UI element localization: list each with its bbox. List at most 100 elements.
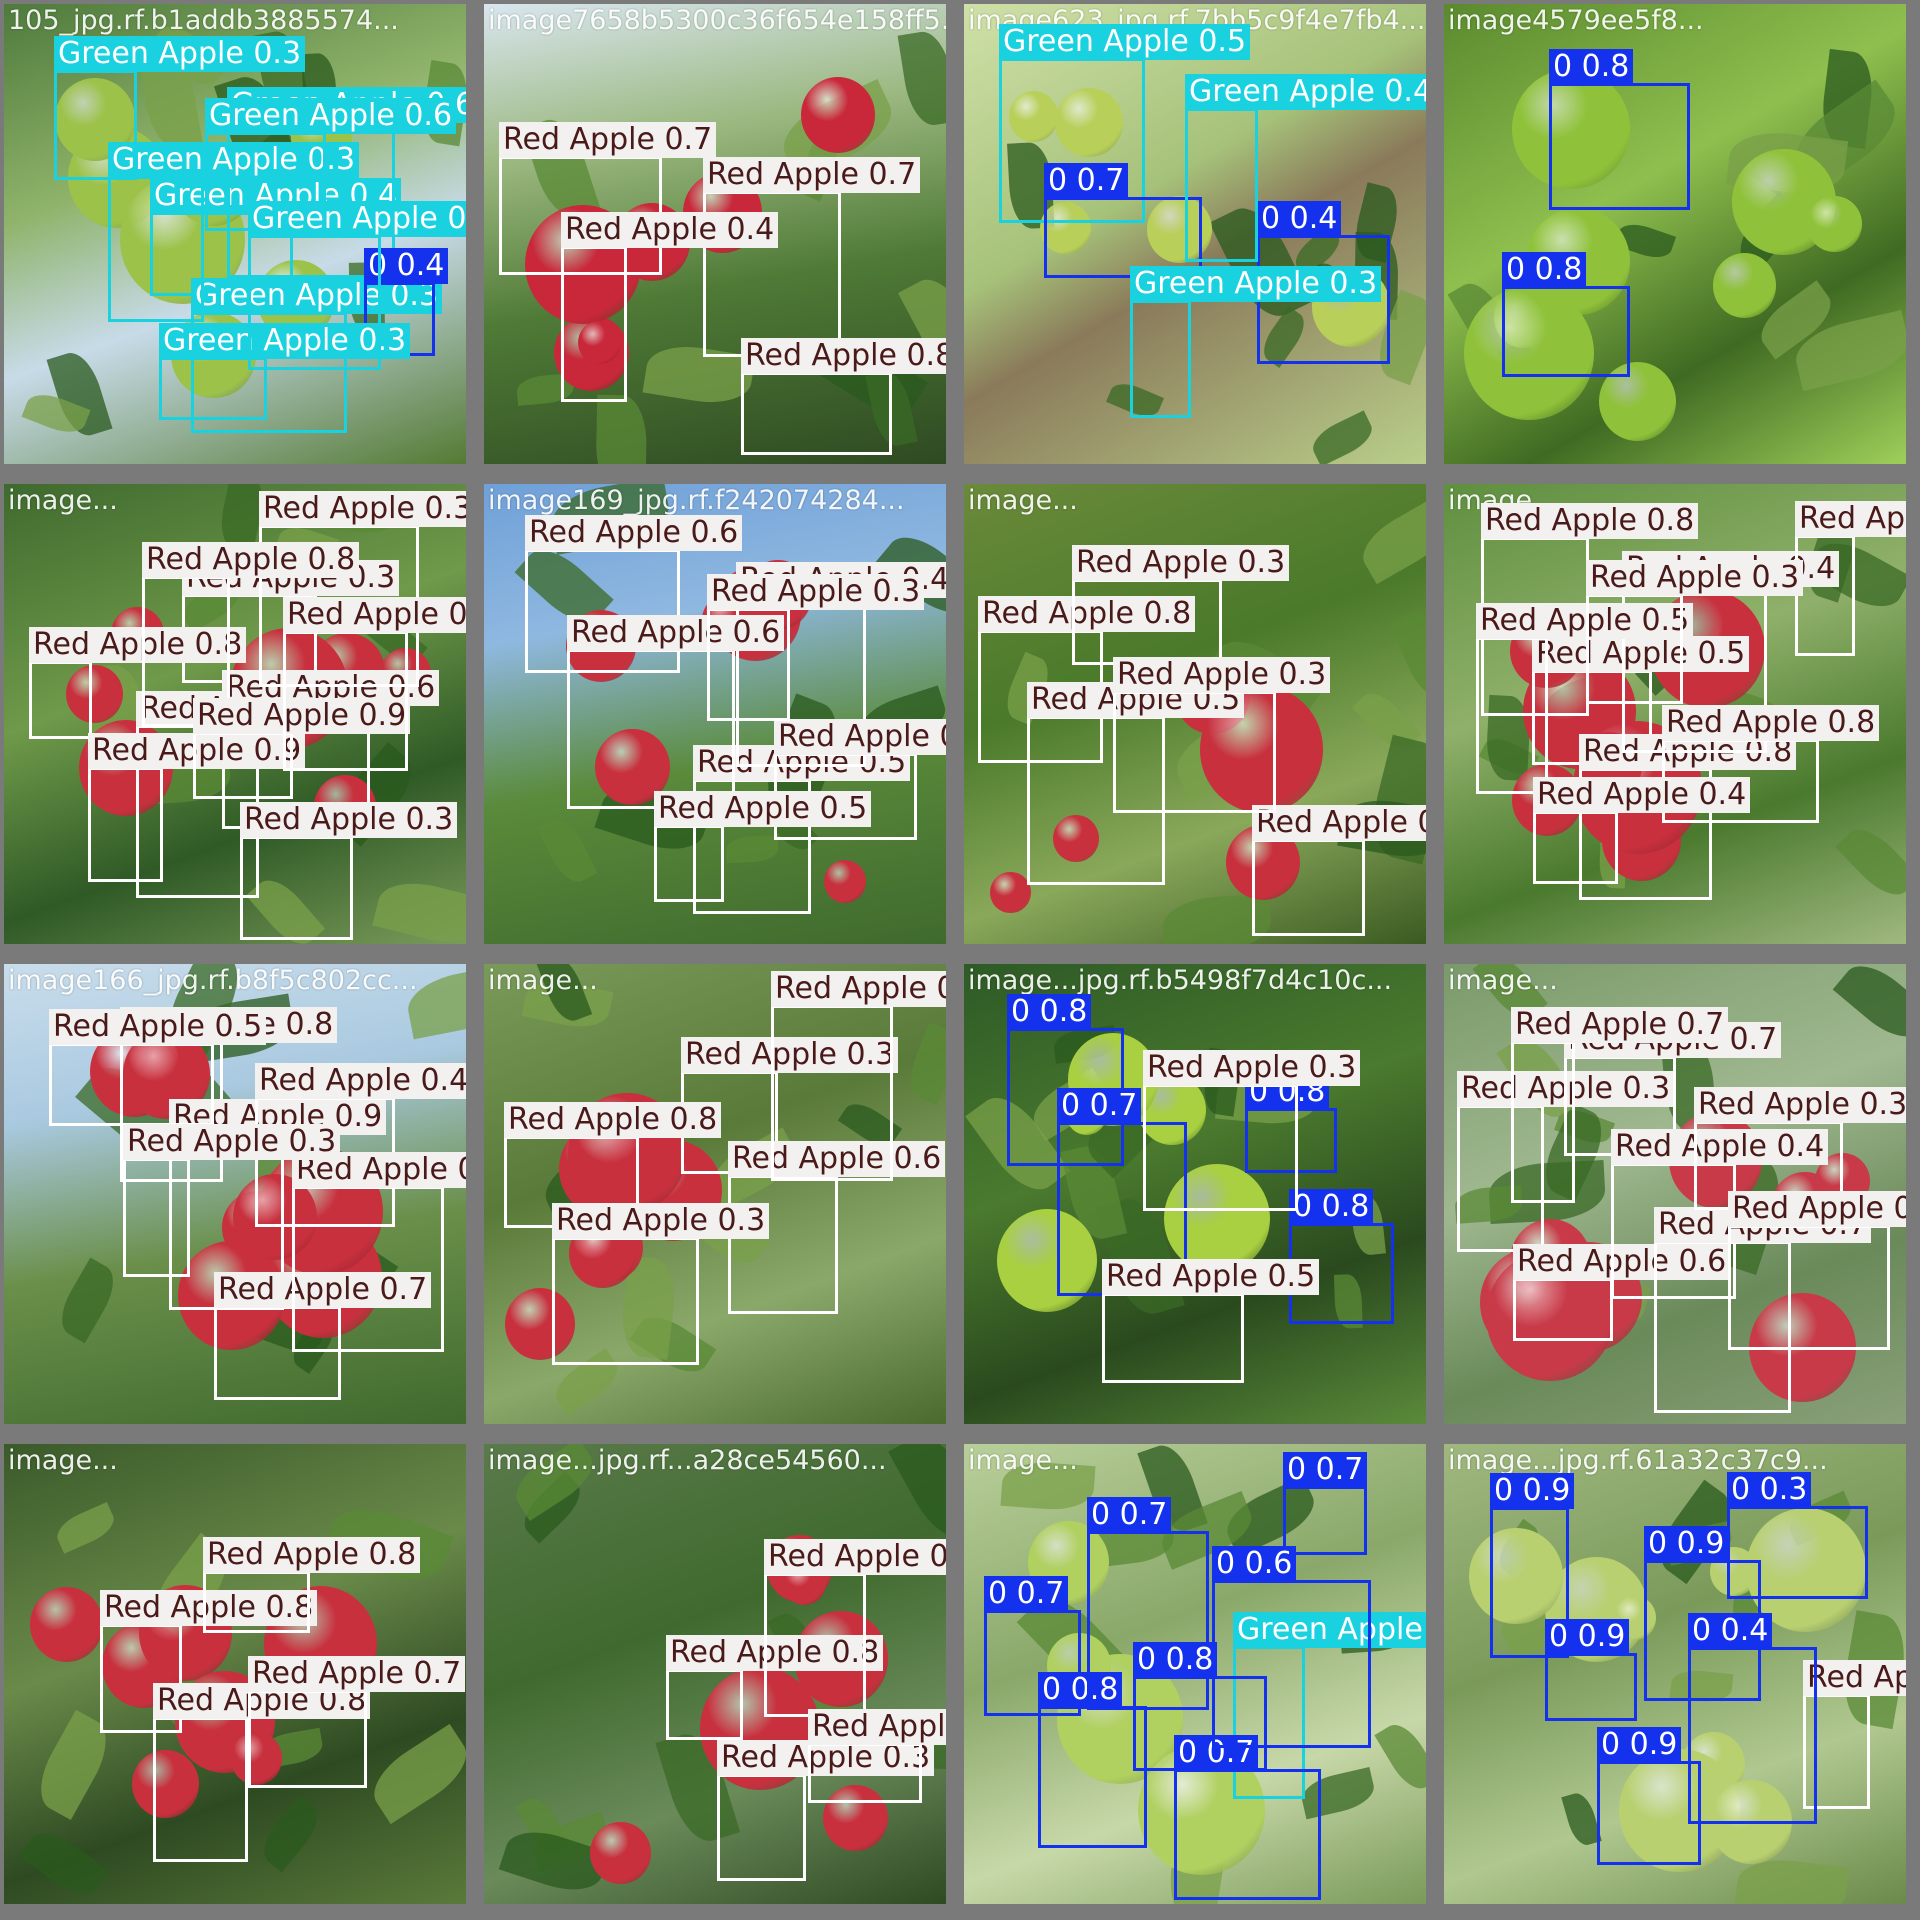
detection-box	[1533, 811, 1618, 884]
detection-label: 0 0.4	[1257, 201, 1342, 237]
detection-box	[1212, 1580, 1371, 1748]
detection-box	[240, 836, 353, 940]
detection-label: 0 0.7	[1283, 1452, 1368, 1488]
detection-label: Red Apple 0.3	[1113, 657, 1331, 693]
detection-label: Red Apple 0.6	[525, 515, 743, 551]
detection-box	[552, 1237, 699, 1365]
detection-box	[764, 1573, 866, 1717]
detection-box	[292, 1186, 444, 1352]
detection-box	[1597, 1761, 1701, 1865]
detection-box	[654, 825, 724, 902]
detection-label: 0 0.8	[1289, 1189, 1374, 1225]
detection-label: 0 0.3	[1727, 1472, 1812, 1508]
detection-label: Red Apple 0.3	[123, 1124, 341, 1160]
detection-label: Red Apple 0.3	[1143, 1050, 1361, 1086]
detection-box	[1113, 691, 1276, 813]
detection-label: Red Apple 0.3	[283, 597, 466, 633]
detection-label: Green Apple 0.3	[54, 36, 306, 72]
detection-label: Red Apple 0.3	[552, 1203, 770, 1239]
detection-box	[1728, 1225, 1890, 1350]
mosaic-tile: image...Red Apple 0.3Red Apple 0.6Red Ap…	[1440, 960, 1910, 1428]
detection-label: Red Apple 0.5	[654, 791, 872, 827]
detection-label: Red Apple 0.7	[248, 1656, 466, 1692]
detection-label: 0 0.9	[1644, 1526, 1729, 1562]
detection-label: 0 0.7	[984, 1576, 1069, 1612]
detection-label: Red Apple 0.7	[1511, 1007, 1729, 1043]
detection-box	[248, 235, 381, 370]
mosaic-tile: image4579ee5f8... 0 0.8 0 0.8	[1440, 0, 1910, 468]
detection-label: Red Apple 0.8	[1481, 503, 1699, 539]
detection-label: 0 0.8	[1549, 49, 1634, 85]
detection-label: Red Apple 0.7	[764, 1539, 946, 1575]
detection-box	[248, 1690, 367, 1788]
detection-label: Red Apple 0.4	[774, 719, 946, 755]
mosaic-tile: image...jpg.rf...a28ce54560... Red Apple …	[480, 1440, 950, 1908]
mosaic-tile: image...Red Apple 0.5Red Apple 0.3Red Ap…	[0, 480, 470, 948]
detection-label: 0 0.6	[1212, 1546, 1297, 1582]
detection-box	[88, 767, 163, 882]
detection-label: Red Apple 0.4	[255, 1063, 466, 1099]
detection-box	[707, 608, 790, 721]
detection-box	[283, 631, 408, 771]
detection-label: 0 0.7	[1044, 163, 1129, 199]
detection-box	[1545, 1653, 1637, 1721]
detection-label: Red Apple 0.8	[808, 1709, 946, 1745]
detection-box	[1072, 579, 1222, 665]
detection-box	[1727, 1506, 1868, 1599]
detection-box	[49, 1043, 214, 1126]
detection-label: Red Apple 0.3	[1694, 1087, 1906, 1123]
detection-label: Red Apple 0.5	[1102, 1259, 1320, 1295]
mosaic-tile: image169_jpg.rf.f242074284... Red Apple 0…	[480, 480, 950, 948]
detection-label: Green Apple 0.5	[999, 24, 1251, 60]
detection-label: Red Apple 0.7	[499, 122, 717, 158]
detection-label: Red Apple 0.7	[1252, 805, 1426, 841]
detection-label: 0 0.8	[1502, 252, 1587, 288]
detection-box	[741, 372, 892, 455]
mosaic-tile: 105_jpg.rf.b1addb3885574... Green Apple 0…	[0, 0, 470, 468]
detection-label: Red Apple 0.3	[240, 802, 458, 838]
detection-label: Red Apple 0.8	[142, 542, 360, 578]
mosaic-tile: image... Red Apple 0.8 Red Apple 0.8 Red Ap…	[0, 1440, 470, 1908]
detection-box	[666, 1669, 743, 1740]
detection-box	[193, 732, 293, 799]
mosaic-tile: image166_jpg.rf.b8f5c802cc...Red Apple 0…	[0, 960, 470, 1428]
detection-label: 0 0.9	[1597, 1727, 1682, 1763]
detection-box	[1795, 535, 1855, 656]
detection-label: 0 0.8	[1133, 1642, 1218, 1678]
detection-box	[1174, 1769, 1321, 1900]
detection-label: Red Apple 0.3	[1072, 545, 1290, 581]
detection-box	[1476, 637, 1548, 794]
detection-box	[808, 1743, 922, 1803]
detection-box	[717, 1774, 806, 1881]
detection-label: Red Apple 0.3	[707, 574, 925, 610]
detection-label: Red Apple 0.8	[741, 338, 946, 374]
detection-label: Red Apple 0.8	[504, 1102, 722, 1138]
detection-label: Red Apple 0.3	[1586, 560, 1804, 596]
detection-box	[1185, 108, 1258, 262]
detection-label: Green Apple 0.3	[1130, 266, 1382, 302]
mosaic-tile: image623_jpg.rf.7bb5c9f4e7fb4... 0 0.4 Gre…	[960, 0, 1430, 468]
detection-label: 0 0.8	[1007, 994, 1092, 1030]
detection-box	[1102, 1293, 1244, 1383]
detection-box	[1513, 1278, 1613, 1341]
apple-fruit	[1806, 195, 1862, 253]
detection-label: 0 0.7	[1087, 1497, 1172, 1533]
apple-fruit	[823, 859, 866, 904]
apple-fruit	[29, 1587, 103, 1663]
detection-box	[203, 1571, 310, 1633]
detection-box	[1283, 1486, 1367, 1555]
detection-box	[153, 1717, 248, 1862]
detection-box	[1688, 1647, 1817, 1824]
detection-box	[123, 1158, 190, 1277]
detection-box	[1252, 839, 1365, 936]
detection-label: Red Apple 0.7	[703, 157, 921, 193]
detection-mosaic: 105_jpg.rf.b1addb3885574... Green Apple 0…	[0, 0, 1920, 1920]
mosaic-tile: image...jpg.rf.b5498f7d4c10c... 0 0.8 0 0.…	[960, 960, 1430, 1428]
detection-box	[1586, 594, 1683, 704]
detection-label: Red Apple 0.8	[203, 1537, 421, 1573]
detection-label: 0 0.9	[1490, 1473, 1575, 1509]
apple-fruit	[990, 871, 1031, 914]
detection-box	[1511, 1041, 1575, 1203]
detection-label: Red Apple 0.5	[49, 1009, 267, 1045]
mosaic-tile: image7658b5300c36f654e158ff5... Red Apple…	[480, 0, 950, 468]
